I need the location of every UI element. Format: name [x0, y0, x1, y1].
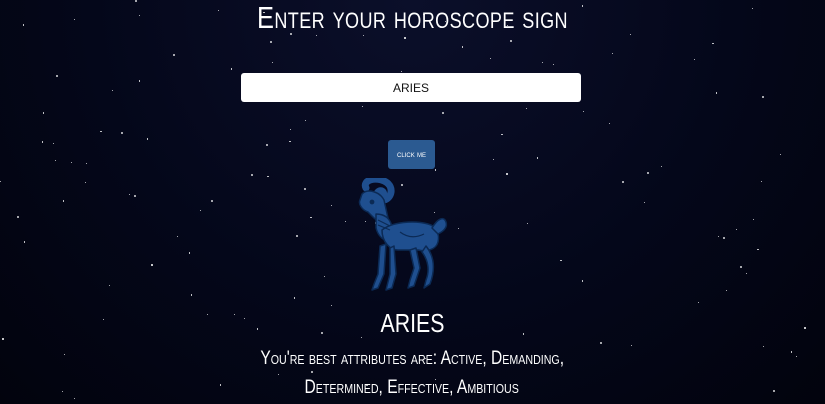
attributes-line-2: Determined, Effective, Ambitious [304, 377, 520, 398]
sign-name-heading: ARIES [380, 308, 445, 338]
attributes-line-1: You're best attributes are: Active, Dema… [260, 348, 564, 369]
page-heading: Enter your horoscope sign [256, 0, 569, 35]
sign-input[interactable] [241, 73, 581, 102]
click-me-button[interactable]: click me [388, 140, 435, 169]
horoscope-app: Enter your horoscope sign click me [0, 0, 825, 404]
aries-ram-icon [358, 178, 448, 291]
sign-attributes-text: You're best attributes are: Active, Dema… [212, 344, 612, 402]
